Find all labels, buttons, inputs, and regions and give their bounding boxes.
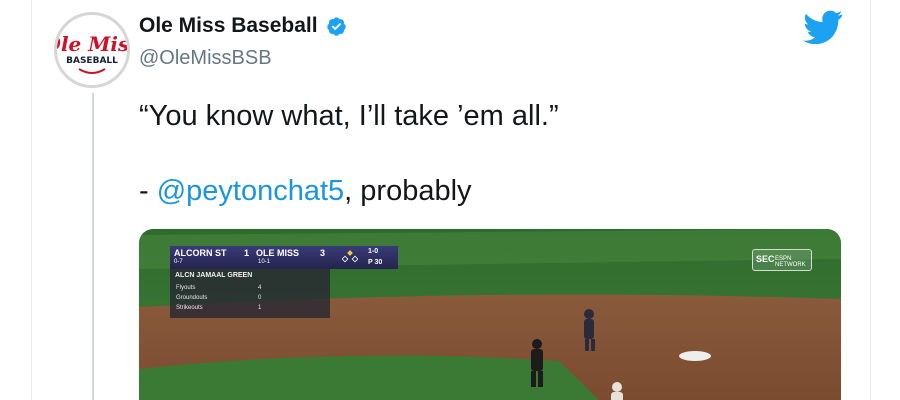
logo-script-text: Ole Miss: [57, 32, 127, 56]
mention-link[interactable]: @peytonchat5: [157, 175, 344, 207]
author-row: Ole Miss Baseball: [139, 14, 347, 38]
scorebug: ALCORN ST 1 0-7 OLE MISS 3 10-1 1-0 P 30…: [170, 246, 398, 318]
account-handle[interactable]: @OleMissBSB: [139, 47, 272, 70]
logo-baseball-text: BASEBALL: [66, 56, 118, 66]
ball-strike-count: 1-0: [368, 248, 379, 255]
player-name: ALCN JAMAAL GREEN: [175, 272, 253, 279]
stat-value: 4: [258, 285, 262, 291]
stat-label: Groundouts: [176, 295, 208, 301]
stat-label: Strikeouts: [176, 305, 203, 311]
team2-name: OLE MISS: [256, 248, 300, 258]
sec-logo-text: SEC: [756, 254, 775, 264]
stat-value: 1: [258, 305, 262, 311]
player-stats-panel: ALCN JAMAAL GREEN Flyouts 4 Groundouts 0…: [170, 269, 330, 318]
team2-record: 10-1: [258, 259, 271, 265]
verified-badge-icon: [326, 16, 346, 36]
twitter-bird-icon[interactable]: [803, 10, 843, 44]
team1-score: 1: [244, 248, 250, 258]
tweet-text-suffix: , probably: [344, 175, 472, 207]
thread-line: [92, 93, 94, 400]
account-name[interactable]: Ole Miss Baseball: [139, 14, 318, 38]
stat-value: 0: [258, 295, 262, 301]
team2-score: 3: [320, 248, 326, 258]
team1-record: 0-7: [174, 259, 183, 265]
bases-diamond-icon: [342, 250, 358, 263]
pitch-count: P 30: [368, 259, 383, 266]
stat-label: Flyouts: [176, 285, 196, 291]
avatar[interactable]: Ole Miss BASEBALL: [54, 12, 130, 88]
tweet-text-line-1: “You know what, I’ll take ’em all.”: [139, 100, 559, 132]
team1-name: ALCORN ST: [174, 248, 227, 258]
tweet-text-line-2: - @peytonchat5, probably: [139, 175, 472, 208]
network-label: ESPN NETWORK: [775, 256, 806, 268]
tweet-text-prefix: -: [139, 175, 157, 207]
sec-network-logo: SEC ESPN NETWORK: [752, 249, 812, 271]
scorebug-header: ALCORN ST 1 0-7 OLE MISS 3 10-1 1-0 P 30: [170, 246, 398, 269]
